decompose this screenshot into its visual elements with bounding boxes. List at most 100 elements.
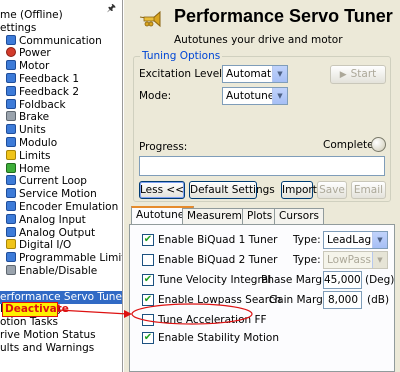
velocity-integral-label: Tune Velocity Integral <box>158 274 272 286</box>
start-button[interactable]: ▶ Start <box>330 65 386 84</box>
accel-ff-checkbox[interactable] <box>142 314 154 326</box>
tree-item[interactable]: ettings <box>0 22 36 35</box>
less-button[interactable]: Less << <box>139 181 185 199</box>
limits-icon <box>6 149 16 160</box>
tree-item[interactable]: ults and Warnings <box>0 342 94 355</box>
encoder-icon <box>6 201 16 211</box>
mode-select[interactable]: Autotune ▼ <box>222 87 288 105</box>
autotuner-tab-body: ✔ Enable BiQuad 1 Tuner Type: LeadLag ▼ … <box>129 224 395 372</box>
progress-label: Progress: <box>139 141 188 153</box>
tree-item-label: Analog Input <box>19 213 86 226</box>
tree-item-label: Feedback 2 <box>19 85 80 98</box>
biquad2-type-select[interactable]: LowPass ▼ <box>323 251 388 269</box>
tree-item-label: Encoder Emulation (X9 Cfg) <box>19 201 122 213</box>
biquad1-checkbox[interactable]: ✔ <box>142 234 154 246</box>
page-title: Performance Servo Tuner <box>174 6 393 26</box>
tree-item-label: Analog Output <box>19 226 96 239</box>
tuner-panel: Performance Servo Tuner Autotunes your d… <box>124 0 400 372</box>
tree-item-label: ults and Warnings <box>0 341 95 354</box>
start-button-label: Start <box>350 68 377 80</box>
tab-cursors[interactable]: Cursors <box>274 208 324 224</box>
tree-item[interactable]: Power <box>6 47 51 60</box>
tree-item[interactable]: Feedback 1 <box>6 73 79 86</box>
excitation-level-label: Excitation Level: <box>139 68 226 80</box>
phase-margin-input[interactable]: 45,000 <box>323 271 362 289</box>
tree-item[interactable]: Programmable Limit Switches <box>6 252 123 265</box>
save-button[interactable]: Save <box>317 181 347 199</box>
tree-item-label: Digital I/O <box>19 239 72 252</box>
communication-icon <box>6 34 16 45</box>
biquad1-type-value: LeadLag <box>327 234 372 246</box>
tree-item-label: Brake <box>19 111 50 124</box>
play-icon: ▶ <box>339 70 347 80</box>
tree-item[interactable]: Digital I/O <box>6 239 71 252</box>
pls-icon <box>6 252 16 263</box>
power-icon <box>6 47 16 58</box>
stability-motion-label: Enable Stability Motion <box>158 332 280 344</box>
tree-item[interactable]: me (Offline) <box>0 9 63 22</box>
tree-item[interactable]: Service Motion <box>6 188 97 201</box>
tree-item-label: ettings <box>0 21 37 34</box>
tree-item[interactable]: Current Loop <box>6 175 87 188</box>
velocity-integral-checkbox[interactable]: ✔ <box>142 274 154 286</box>
tree-item[interactable]: Analog Input <box>6 213 86 227</box>
tree-item-label: otion Tasks <box>0 316 59 329</box>
tree-item-label: Power <box>19 47 51 60</box>
stability-motion-checkbox[interactable]: ✔ <box>142 332 154 344</box>
feedback-icon <box>6 85 16 96</box>
tree-item[interactable]: Motor <box>6 60 49 73</box>
import-button[interactable]: Import <box>281 181 317 199</box>
excitation-level-select[interactable]: Automatic ▼ <box>222 65 288 83</box>
tree-item-label: Feedback 1 <box>19 73 80 85</box>
biquad2-type-value: LowPass <box>327 254 371 266</box>
tree-item[interactable]: rive Motion Status <box>0 329 96 342</box>
tuning-options-legend: Tuning Options <box>140 50 223 62</box>
tree-item[interactable]: Foldback <box>6 98 66 112</box>
tree-item[interactable]: Brake <box>6 111 49 124</box>
chevron-down-icon: ▼ <box>372 232 387 248</box>
lowpass-search-checkbox[interactable]: ✔ <box>142 294 154 306</box>
biquad1-label: Enable BiQuad 1 Tuner <box>158 234 278 246</box>
tree-item[interactable]: otion Tasks <box>0 316 58 329</box>
foldback-icon <box>6 98 16 109</box>
tree-item[interactable]: Home <box>6 162 50 176</box>
modulo-icon <box>6 137 16 147</box>
tree-item[interactable]: Communication <box>6 34 102 48</box>
pin-icon[interactable]: 🖈 <box>107 1 116 18</box>
tree-item-label: rive Motion Status <box>0 329 96 341</box>
motor-icon <box>6 60 16 71</box>
enable-disable-icon <box>6 265 16 275</box>
tree-item[interactable]: Enable/Disable <box>6 265 97 278</box>
chevron-down-icon: ▼ <box>372 252 387 268</box>
tree-item-label: Units <box>19 124 46 137</box>
biquad1-type-select[interactable]: LeadLag ▼ <box>323 231 388 249</box>
tree-item-label: Communication <box>19 34 102 47</box>
tree-item-label: Programmable Limit Switches <box>19 252 123 265</box>
home-icon <box>6 162 16 173</box>
tree-item-label: Motor <box>19 60 50 73</box>
tree-item[interactable]: Analog Output <box>6 226 96 240</box>
service-motion-icon <box>6 188 16 199</box>
tree-item[interactable]: Units <box>6 124 46 137</box>
tab-plots[interactable]: Plots <box>242 208 278 224</box>
trumpet-icon <box>139 10 161 28</box>
chevron-down-icon: ▼ <box>272 88 287 104</box>
tree-item[interactable]: Modulo <box>6 137 57 150</box>
tree-item[interactable]: Limits <box>6 149 51 163</box>
tree-item[interactable]: Feedback 2 <box>6 85 80 99</box>
tree-item-label: Enable/Disable <box>19 265 98 277</box>
analog-input-icon <box>6 213 16 224</box>
complete-indicator <box>371 137 386 152</box>
default-settings-button[interactable]: Default Settings <box>189 181 275 199</box>
units-icon <box>6 124 16 135</box>
biquad2-checkbox[interactable] <box>142 254 154 266</box>
tree-item-label: me (Offline) <box>0 9 63 21</box>
current-loop-icon <box>6 175 16 186</box>
digital-io-icon <box>6 239 16 250</box>
tree-item[interactable]: Encoder Emulation (X9 Cfg) <box>6 201 122 214</box>
feedback-icon <box>6 73 16 83</box>
email-button[interactable]: Email <box>351 181 386 199</box>
biquad2-label: Enable BiQuad 2 Tuner <box>158 254 278 266</box>
tree-item-label: Foldback <box>19 98 66 111</box>
gain-margin-input[interactable]: 8,000 <box>323 291 362 309</box>
